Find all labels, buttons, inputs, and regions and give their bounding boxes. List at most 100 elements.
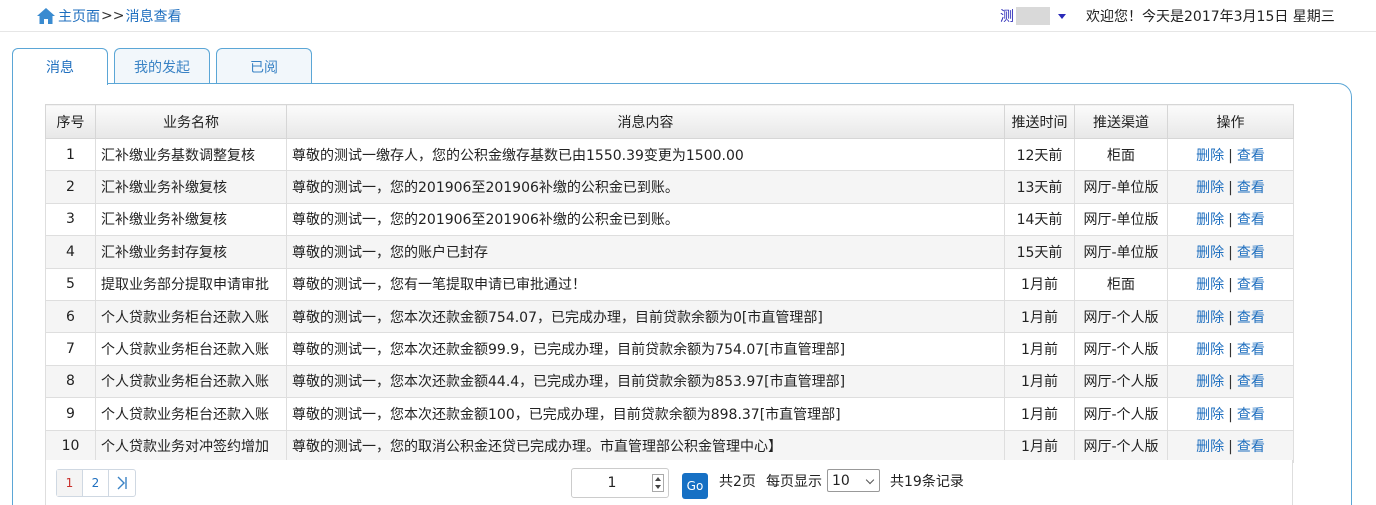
page-size-value: 10 <box>832 472 850 489</box>
cell-actions: 删除 | 查看 <box>1167 137 1294 172</box>
cell-channel: 网厅-单位版 <box>1074 170 1168 204</box>
triangle-up-icon <box>655 477 661 481</box>
view-link[interactable]: 查看 <box>1237 310 1265 326</box>
cell-actions: 删除 | 查看 <box>1167 332 1294 366</box>
view-link[interactable]: 查看 <box>1237 374 1265 390</box>
cell-time: 1月前 <box>1004 364 1075 399</box>
table-row[interactable]: 4 汇补缴业务封存复核 尊敬的测试一，您的账户已封存 15天前 网厅-单位版 删除 | 查看 <box>45 235 1294 269</box>
page-size-label: 每页显示 <box>766 474 822 490</box>
cell-content: 尊敬的测试一，您有一笔提取申请已审批通过！ <box>286 267 1005 301</box>
cell-content: 尊敬的测试一，您本次还款金额100，已完成办理，目前贷款余额为898.37[市直… <box>286 397 1005 431</box>
table-row[interactable]: 2 汇补缴业务补缴复核 尊敬的测试一，您的201906至201906补缴的公积金已到… <box>45 170 1294 204</box>
delete-link[interactable]: 删除 <box>1196 245 1224 261</box>
go-button[interactable]: Go <box>682 473 708 499</box>
cell-business: 个人贷款业务柜台还款入账 <box>95 299 287 334</box>
view-link[interactable]: 查看 <box>1237 180 1265 196</box>
cell-content: 尊敬的测试一，您本次还款金额754.07，已完成办理，目前贷款余额为0[市直管理… <box>286 299 1005 334</box>
action-separator: | <box>1228 277 1233 294</box>
cell-content: 尊敬的测试一缴存人，您的公积金缴存基数已由1550.39变更为1500.00 <box>286 137 1005 172</box>
table-row[interactable]: 1 汇补缴业务基数调整复核 尊敬的测试一缴存人，您的公积金缴存基数已由1550.39… <box>45 137 1294 172</box>
view-link[interactable]: 查看 <box>1237 212 1265 228</box>
cell-no: 10 <box>45 429 96 463</box>
view-link[interactable]: 查看 <box>1237 439 1265 455</box>
tab-messages[interactable]: 消息 <box>12 48 108 85</box>
action-separator: | <box>1228 439 1233 456</box>
tab-read[interactable]: 已阅 <box>216 48 312 84</box>
user-name[interactable]: 测 <box>1000 6 1014 26</box>
page-size-select[interactable]: 10 <box>827 469 880 492</box>
total-pages-text: 共2页 <box>719 474 756 490</box>
page-number-field[interactable] <box>571 468 669 498</box>
cell-content: 尊敬的测试一，您的账户已封存 <box>286 235 1005 269</box>
page-link-1[interactable]: 1 <box>57 470 83 496</box>
delete-link[interactable]: 删除 <box>1196 277 1224 293</box>
view-link[interactable]: 查看 <box>1237 407 1265 423</box>
cell-no: 8 <box>45 364 96 399</box>
delete-link[interactable]: 删除 <box>1196 342 1224 358</box>
last-page-button[interactable] <box>109 470 135 496</box>
delete-link[interactable]: 删除 <box>1196 407 1224 423</box>
user-menu[interactable]: 测 <box>1000 6 1066 26</box>
delete-link[interactable]: 删除 <box>1196 212 1224 228</box>
delete-link[interactable]: 删除 <box>1196 148 1224 164</box>
cell-time: 1月前 <box>1004 429 1075 463</box>
cell-time: 15天前 <box>1004 235 1075 269</box>
column-header-channel: 推送渠道 <box>1074 104 1168 139</box>
table-row[interactable]: 9 个人贷款业务柜台还款入账 尊敬的测试一，您本次还款金额100，已完成办理，目前贷… <box>45 397 1294 431</box>
cell-time: 1月前 <box>1004 299 1075 334</box>
table-row[interactable]: 10 个人贷款业务对冲签约增加 尊敬的测试一，您的取消公积金还贷已完成办理。市直管理… <box>45 429 1294 463</box>
delete-link[interactable]: 删除 <box>1196 374 1224 390</box>
view-link[interactable]: 查看 <box>1237 245 1265 261</box>
cell-time: 1月前 <box>1004 267 1075 301</box>
cell-channel: 网厅-个人版 <box>1074 364 1168 399</box>
table-row[interactable]: 3 汇补缴业务补缴复核 尊敬的测试一，您的201906至201906补缴的公积金已到… <box>45 202 1294 237</box>
tab-my-initiated[interactable]: 我的发起 <box>114 48 210 84</box>
cell-channel: 网厅-单位版 <box>1074 202 1168 237</box>
action-separator: | <box>1228 147 1233 164</box>
view-link[interactable]: 查看 <box>1237 342 1265 358</box>
breadcrumb-home-link[interactable]: 主页面 <box>58 6 100 26</box>
cell-business: 汇补缴业务补缴复核 <box>95 170 287 204</box>
cell-time: 12天前 <box>1004 137 1075 172</box>
breadcrumb-current[interactable]: 消息查看 <box>125 6 181 26</box>
page-link-2[interactable]: 2 <box>83 470 109 496</box>
page-number-input[interactable] <box>572 470 652 496</box>
cell-business: 个人贷款业务柜台还款入账 <box>95 397 287 431</box>
cell-actions: 删除 | 查看 <box>1167 235 1294 269</box>
delete-link[interactable]: 删除 <box>1196 310 1224 326</box>
cell-content: 尊敬的测试一，您的取消公积金还贷已完成办理。市直管理部公积金管理中心】 <box>286 429 1005 463</box>
delete-link[interactable]: 删除 <box>1196 180 1224 196</box>
column-header-business: 业务名称 <box>95 104 287 139</box>
breadcrumb: 主页面 >> 消息查看 <box>36 6 181 26</box>
delete-link[interactable]: 删除 <box>1196 439 1224 455</box>
page-spinner[interactable] <box>652 474 664 492</box>
triangle-down-icon <box>655 485 661 489</box>
cell-no: 2 <box>45 170 96 204</box>
column-header-time: 推送时间 <box>1004 104 1075 139</box>
cell-business: 个人贷款业务柜台还款入账 <box>95 332 287 366</box>
cell-channel: 网厅-个人版 <box>1074 299 1168 334</box>
cell-actions: 删除 | 查看 <box>1167 170 1294 204</box>
cell-time: 13天前 <box>1004 170 1075 204</box>
table-row[interactable]: 7 个人贷款业务柜台还款入账 尊敬的测试一，您本次还款金额99.9，已完成办理，目前… <box>45 332 1294 366</box>
cell-channel: 柜面 <box>1074 267 1168 301</box>
table-row[interactable]: 8 个人贷款业务柜台还款入账 尊敬的测试一，您本次还款金额44.4，已完成办理，目前… <box>45 364 1294 399</box>
action-separator: | <box>1228 212 1233 229</box>
home-icon[interactable] <box>36 7 56 25</box>
page-links: 1 2 <box>56 469 136 497</box>
spinner-up-button[interactable] <box>653 475 663 483</box>
action-separator: | <box>1228 406 1233 423</box>
table-row[interactable]: 5 提取业务部分提取申请审批 尊敬的测试一，您有一笔提取申请已审批通过！ 1月前 柜面删… <box>45 267 1294 301</box>
view-link[interactable]: 查看 <box>1237 277 1265 293</box>
cell-business: 汇补缴业务补缴复核 <box>95 202 287 237</box>
cell-time: 14天前 <box>1004 202 1075 237</box>
view-link[interactable]: 查看 <box>1237 148 1265 164</box>
cell-actions: 删除 | 查看 <box>1167 267 1294 301</box>
chevron-down-icon[interactable] <box>1058 13 1066 19</box>
spinner-down-button[interactable] <box>653 483 663 491</box>
chevron-down-icon <box>865 475 875 485</box>
top-bar: 主页面 >> 消息查看 测 欢迎您！今天是2017年3月15日 星期三 <box>0 0 1376 32</box>
table-row[interactable]: 6 个人贷款业务柜台还款入账 尊敬的测试一，您本次还款金额754.07，已完成办理，… <box>45 299 1294 334</box>
cell-no: 6 <box>45 299 96 334</box>
action-separator: | <box>1228 374 1233 391</box>
